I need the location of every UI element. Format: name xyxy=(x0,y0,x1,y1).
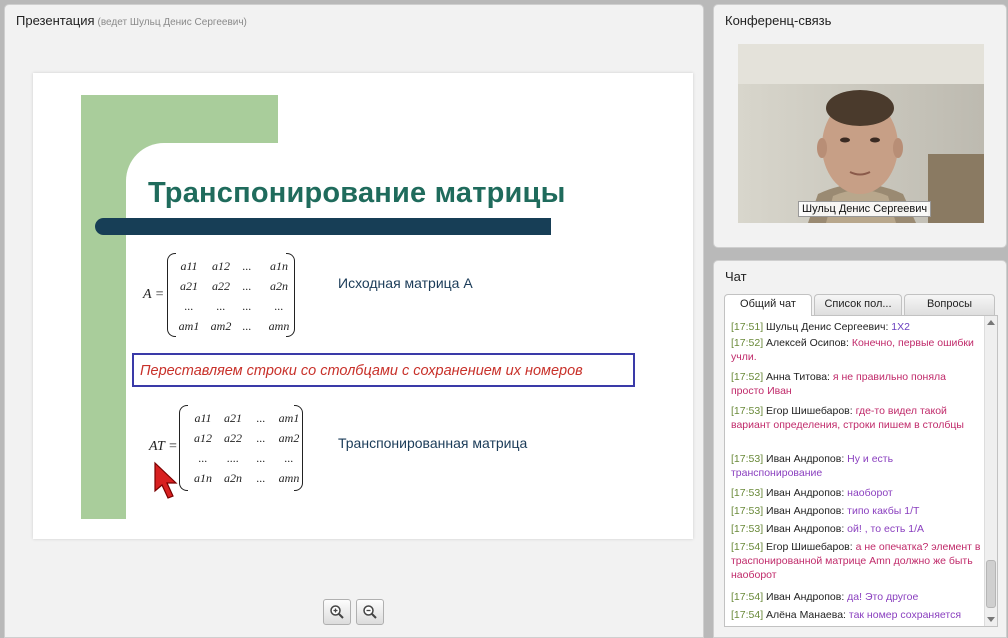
video-feed[interactable]: Шульц Денис Сергеевич xyxy=(738,44,984,223)
zoom-out-icon xyxy=(363,605,377,619)
chat-title: Чат xyxy=(725,269,747,284)
message-author: Иван Андропов: xyxy=(763,487,848,499)
title-underline xyxy=(95,218,551,235)
presentation-panel: Презентация (ведет Шульц Денис Сергеевич)… xyxy=(4,4,704,638)
matrix-a: a11 a12... a1n a21 a22... a2n............ am1 a… xyxy=(167,253,295,337)
matrix-cell: ... xyxy=(274,299,284,313)
matrix-cell: ... xyxy=(284,451,294,465)
scroll-down-icon[interactable] xyxy=(987,617,995,622)
message-author: Шульц Денис Сергеевич: xyxy=(763,321,892,333)
message-author: Иван Андропов: xyxy=(763,505,848,517)
message-author: Иван Андропов: xyxy=(763,453,848,465)
chat-message: [17:53] Иван Андропов: ой! , то есть 1/A xyxy=(731,522,981,536)
zoom-out-button[interactable] xyxy=(356,599,384,625)
message-time: [17:53] xyxy=(731,453,764,465)
message-time: [17:54] xyxy=(731,591,764,603)
matrix-cell: amn xyxy=(268,319,290,333)
message-author: Егор Шишебаров: xyxy=(763,405,856,417)
message-author: Анна Титова: xyxy=(763,371,833,383)
tab-questions[interactable]: Вопросы xyxy=(904,294,995,315)
chat-message: [17:54] Егор Шишебаров: а не опечатка? э… xyxy=(731,540,981,582)
matrix-a-label: A = xyxy=(143,287,165,302)
slide: Транспонирование матрицы A = a11 a12... a1… xyxy=(33,73,693,539)
message-author: Алёна Манаева: xyxy=(763,609,849,621)
message-time: [17:51] xyxy=(731,321,764,333)
matrix-t: a11 a21... am1 a12 a22... am2............. a1n… xyxy=(179,405,303,491)
presentation-title-text: Презентация xyxy=(16,13,95,28)
conference-title: Конференц-связь xyxy=(725,13,832,28)
matrix-t-label: AT = xyxy=(149,439,178,454)
matrix-cell: amn xyxy=(278,471,300,485)
message-time: [17:54] xyxy=(731,541,764,553)
zoom-in-icon xyxy=(330,605,344,619)
message-author: Иван Андропов: xyxy=(763,523,848,535)
matrix-cell: a1n xyxy=(270,259,288,273)
chat-scroll-thumb[interactable] xyxy=(986,560,996,608)
chat-message: [17:52] Алексей Осипов: Конечно, первые … xyxy=(731,336,981,364)
message-author: Иван Андропов: xyxy=(763,591,848,603)
scroll-up-icon[interactable] xyxy=(987,320,995,325)
chat-message: [17:53] Иван Андропов: Ну и есть транспо… xyxy=(731,452,981,480)
message-text: да! Это другое xyxy=(847,591,919,603)
slide-title: Транспонирование матрицы xyxy=(148,177,566,209)
red-arrow-cursor-icon xyxy=(154,461,178,499)
message-time: [17:53] xyxy=(731,487,764,499)
message-text: наоборот xyxy=(847,487,893,499)
chat-log[interactable]: [17:51] Шульц Денис Сергеевич: 1Х2 [17:52… xyxy=(724,315,998,627)
transposed-matrix-label: Транспонированная матрица xyxy=(338,435,528,451)
matrix-cell: am2 xyxy=(278,431,300,445)
message-text: 1Х2 xyxy=(891,321,910,333)
chat-message: [17:54] Иван Андропов: да! Это другое xyxy=(731,590,981,604)
chat-message: [17:52] Анна Титова: я не правильно поня… xyxy=(731,370,981,398)
message-time: [17:53] xyxy=(731,505,764,517)
highlight-text: Переставляем строки со столбцами с сохра… xyxy=(140,363,583,379)
highlight-box: Переставляем строки со столбцами с сохра… xyxy=(132,353,635,387)
message-author: Егор Шишебаров: xyxy=(763,541,856,553)
chat-tabs: Общий чат Список пол... Вопросы xyxy=(724,294,998,316)
matrix-cell: a2n xyxy=(270,279,288,293)
message-time: [17:52] xyxy=(731,337,764,349)
zoom-in-button[interactable] xyxy=(323,599,351,625)
message-author: Алексей Осипов: xyxy=(763,337,852,349)
chat-message: [17:51] Шульц Денис Сергеевич: 1Х2 xyxy=(731,320,981,334)
message-time: [17:52] xyxy=(731,371,764,383)
chat-message: [17:53] Егор Шишебаров: где-то видел так… xyxy=(731,404,981,432)
matrix-cell: am1 xyxy=(278,411,300,425)
chat-message: [17:53] Иван Андропов: наоборот xyxy=(731,486,981,500)
chat-scrollbar[interactable] xyxy=(984,316,997,626)
original-matrix-label: Исходная матрица А xyxy=(338,275,473,291)
presenter-note: (ведет Шульц Денис Сергеевич) xyxy=(97,17,247,28)
message-time: [17:54] xyxy=(731,609,764,621)
presentation-title: Презентация (ведет Шульц Денис Сергеевич) xyxy=(16,13,247,28)
message-text: так номер сохраняется xyxy=(848,609,962,621)
message-time: [17:53] xyxy=(731,523,764,535)
chat-panel: Чат Общий чат Список пол... Вопросы [17:… xyxy=(713,260,1007,638)
chat-message: [17:54] Алёна Манаева: так номер сохраня… xyxy=(731,608,981,622)
message-text: ой! , то есть 1/A xyxy=(847,523,925,535)
speaker-name-tag: Шульц Денис Сергеевич xyxy=(798,201,932,217)
message-text: типо какбы 1/T xyxy=(847,505,920,517)
chat-message: [17:53] Иван Андропов: типо какбы 1/T xyxy=(731,504,981,518)
tab-general-chat[interactable]: Общий чат xyxy=(724,294,812,316)
speaker-video-image xyxy=(738,44,984,223)
message-time: [17:53] xyxy=(731,405,764,417)
tab-participants-list[interactable]: Список пол... xyxy=(814,294,902,315)
conference-panel: Конференц-связь Шульц Денис Сергеевич xyxy=(713,4,1007,248)
